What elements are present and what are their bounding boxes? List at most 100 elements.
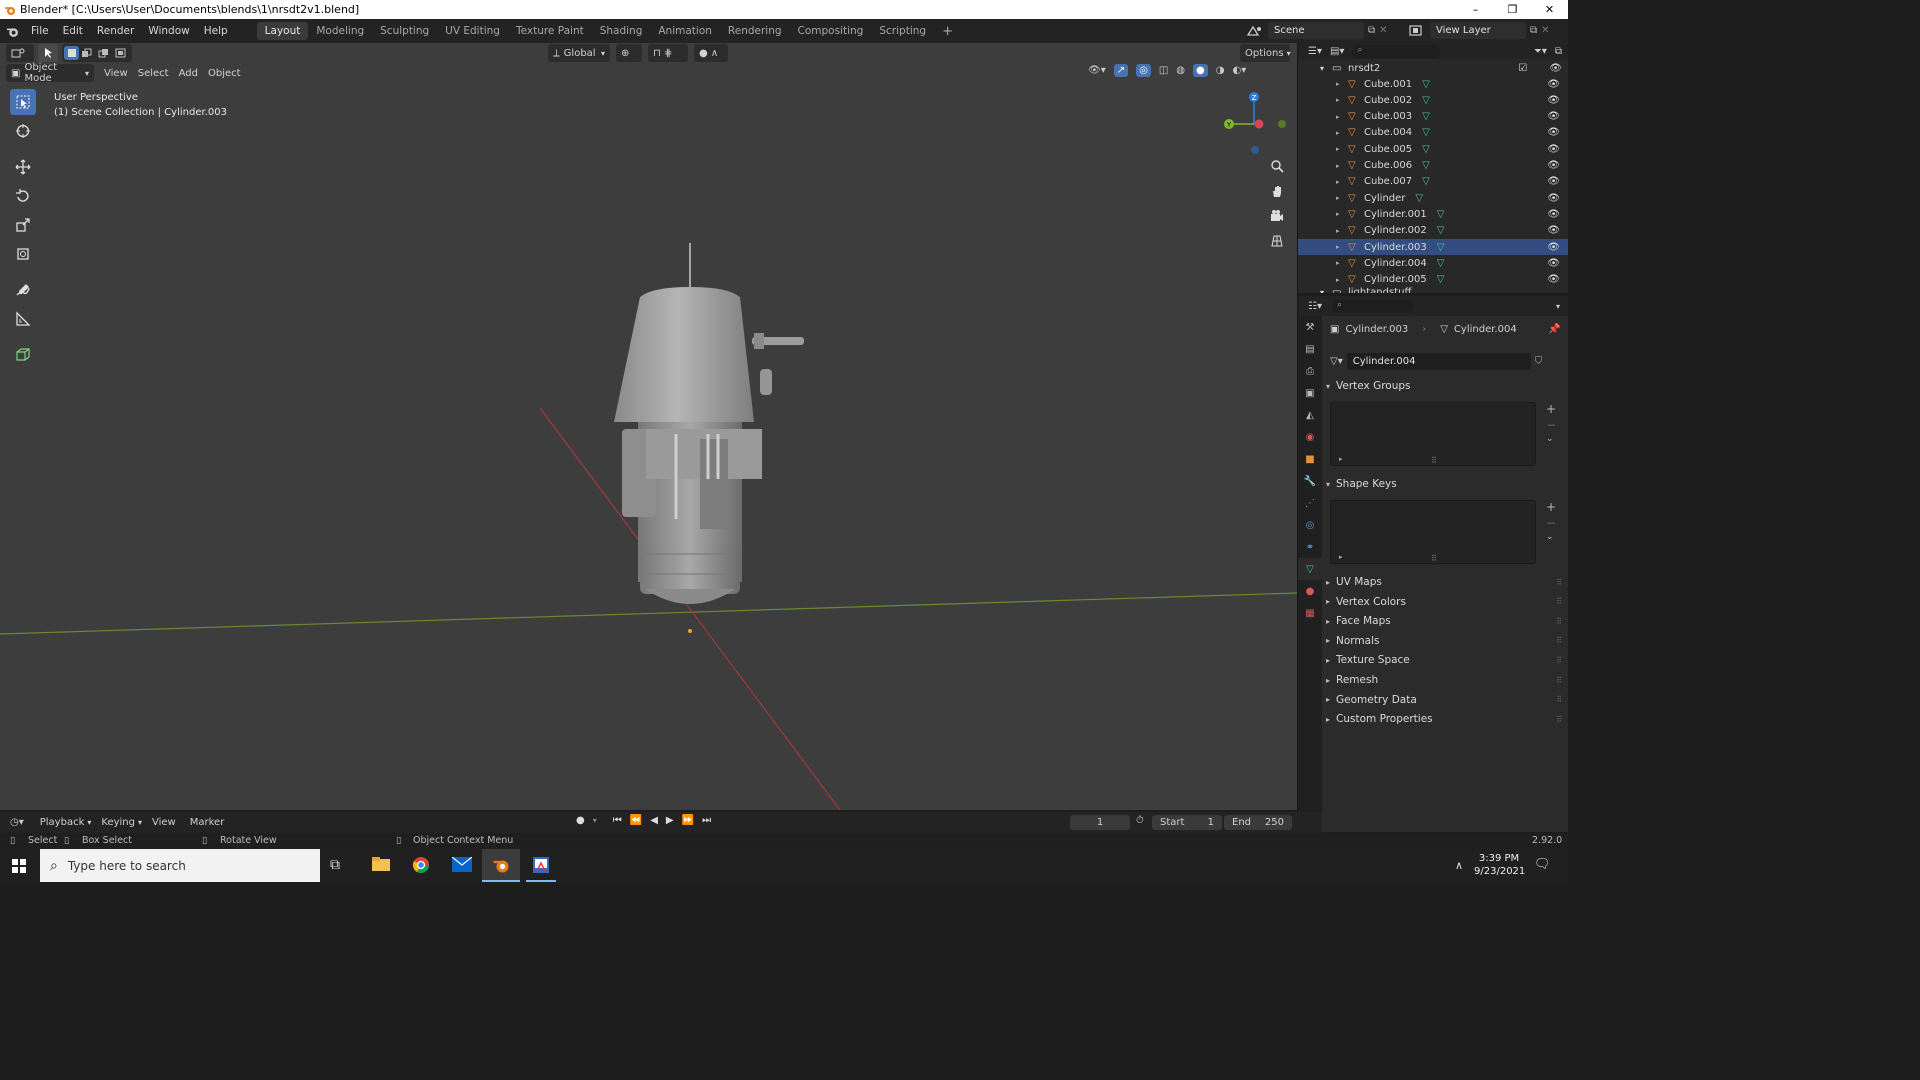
outliner-item[interactable]: ▸ ▽ Cylinder.004 ▽ 👁 (1298, 255, 1568, 271)
jump-to-end-icon[interactable]: ⏭ (702, 815, 711, 826)
add-shape-key-button[interactable]: + (1546, 500, 1556, 514)
annotate-tool[interactable] (10, 277, 36, 303)
tab-animation[interactable]: Animation (650, 22, 720, 40)
resize-grip-icon[interactable]: ⠿ (1431, 456, 1437, 465)
chrome-icon[interactable] (412, 856, 430, 874)
expand-arrow-icon[interactable]: ▸ (1336, 113, 1348, 121)
collapsed-panel-header[interactable]: ▸ Face Maps ⠿ (1326, 612, 1562, 630)
collapsed-panel-header[interactable]: ▸ UV Maps ⠿ (1326, 573, 1562, 591)
mesh-data-icon[interactable]: ▽ (1437, 225, 1445, 236)
select-new-icon[interactable] (64, 46, 79, 60)
view-layer-field[interactable]: View Layer (1430, 22, 1526, 39)
eye-icon[interactable]: 👁 (1547, 111, 1560, 122)
collapsed-panel-header[interactable]: ▸ Custom Properties ⠿ (1326, 710, 1562, 728)
outliner-item[interactable]: ▸ ▽ Cube.005 ▽ 👁 (1298, 141, 1568, 157)
solid-shading-icon[interactable]: ● (1193, 64, 1208, 77)
play-reverse-icon[interactable]: ◀ (650, 815, 658, 826)
expand-arrow-icon[interactable]: ▸ (1336, 194, 1348, 202)
eye-icon[interactable]: 👁 (1547, 160, 1560, 171)
mesh-datablock-icon[interactable]: ▽▾ (1330, 356, 1343, 367)
eye-icon[interactable]: 👁 (1547, 127, 1560, 138)
options-dropdown[interactable]: Options ▾ (1240, 44, 1291, 62)
3d-viewport[interactable]: ⟂ Global ▾ ⊕ ⊓ ⋕ ● ∧ Options ▾ ▣ Object M… (0, 43, 1297, 810)
start-frame-field[interactable]: Start 1 (1152, 815, 1222, 830)
tab-compositing[interactable]: Compositing (790, 22, 872, 40)
collapsed-panel-header[interactable]: ▸ Geometry Data ⠿ (1326, 691, 1562, 709)
collapsed-panel-header[interactable]: ▸ Remesh ⠿ (1326, 671, 1562, 689)
outliner-collection-row[interactable]: ▾ ▭ nrsdt2 ☑ 👁 (1298, 60, 1568, 76)
expand-arrow-icon[interactable]: ▾ (1320, 288, 1332, 294)
camera-view-icon[interactable] (1266, 205, 1288, 227)
display-mode-icon[interactable]: ▤▾ (1330, 46, 1344, 57)
show-hidden-icons-chevron[interactable]: ∧ (1455, 859, 1463, 872)
notification-icon[interactable]: 🗨 (1534, 857, 1551, 872)
mesh-data-icon[interactable]: ▽ (1422, 95, 1430, 106)
select-extend-icon[interactable] (81, 48, 96, 58)
vertex-groups-list[interactable]: ▸ ⠿ (1330, 402, 1536, 466)
delete-scene-icon[interactable]: ✕ (1379, 25, 1387, 36)
mesh-data-icon[interactable]: ▽ (1422, 144, 1430, 155)
pin-icon[interactable]: 📌 (1548, 324, 1560, 335)
viewport-menu-select[interactable]: Select (138, 68, 169, 79)
drag-handle-icon[interactable]: ⠿ (1556, 715, 1562, 724)
output-tab-icon[interactable]: ⎙ (1298, 360, 1322, 382)
visibility-filter-icon[interactable]: 👁▾ (1088, 65, 1106, 76)
outliner-item[interactable]: ▸ ▽ Cylinder.002 ▽ 👁 (1298, 223, 1568, 239)
pan-hand-icon[interactable] (1266, 180, 1288, 202)
mesh-data-icon[interactable]: ▽ (1422, 111, 1430, 122)
expand-arrow-icon[interactable]: ▸ (1336, 178, 1348, 186)
mesh-data-icon[interactable]: ▽ (1415, 193, 1423, 204)
select-box-tool[interactable] (10, 89, 36, 115)
drag-handle-icon[interactable]: ⠿ (1556, 617, 1562, 626)
transform-orientation-dropdown[interactable]: ⟂ Global ▾ (548, 44, 610, 62)
end-frame-field[interactable]: End 250 (1224, 815, 1292, 830)
collapsed-panel-header[interactable]: ▸ Normals ⠿ (1326, 632, 1562, 650)
view-layer-tab-icon[interactable]: ▣ (1298, 382, 1322, 404)
timeline-menu-keying[interactable]: Keying (101, 817, 135, 828)
eye-icon[interactable]: 👁 (1547, 242, 1560, 253)
shape-keys-panel-header[interactable]: ▾ Shape Keys (1326, 475, 1562, 493)
drag-handle-icon[interactable]: ⠿ (1556, 578, 1562, 587)
select-invert-icon[interactable] (115, 48, 130, 58)
drag-handle-icon[interactable]: ⠿ (1556, 636, 1562, 645)
preview-range-clock-icon[interactable]: ⏱ (1136, 815, 1144, 826)
file-explorer-icon[interactable] (372, 856, 390, 872)
mesh-data-tab-icon[interactable]: ▽ (1298, 558, 1322, 580)
navigation-gizmo[interactable]: Z Y (1218, 88, 1290, 160)
tab-scripting[interactable]: Scripting (871, 22, 934, 40)
outliner-item[interactable]: ▸ ▽ Cylinder ▽ 👁 (1298, 190, 1568, 206)
outliner-collection-row-2[interactable]: ▾ ▭ lightandstuff (1298, 284, 1568, 294)
gizmo-toggle-icon[interactable]: ↗ (1113, 64, 1129, 77)
expand-arrow-icon[interactable]: ▾ (1320, 64, 1332, 73)
eye-icon[interactable]: 👁 (1547, 258, 1560, 269)
menu-file[interactable]: File (24, 25, 56, 37)
rotate-tool[interactable] (10, 183, 36, 209)
mesh-data-icon[interactable]: ▽ (1422, 127, 1430, 138)
eye-icon[interactable]: 👁 (1547, 176, 1560, 187)
properties-search-input[interactable]: ⌕ (1331, 299, 1414, 313)
constraints-tab-icon[interactable]: ⚭ (1298, 536, 1322, 558)
viewport-menu-add[interactable]: Add (179, 68, 198, 79)
collapsed-panel-header[interactable]: ▸ Texture Space ⠿ (1326, 651, 1562, 669)
outliner-item[interactable]: ▸ ▽ Cube.003 ▽ 👁 (1298, 109, 1568, 125)
checkbox-icon[interactable]: ☑ (1518, 63, 1527, 74)
collapsed-panel-header[interactable]: ▸ Vertex Colors ⠿ (1326, 593, 1562, 611)
task-view-icon[interactable]: ⧉ (330, 857, 340, 873)
xray-toggle-icon[interactable]: ◫ (1159, 65, 1168, 76)
drag-handle-icon[interactable]: ⠿ (1556, 656, 1562, 665)
select-subtract-icon[interactable] (98, 48, 113, 58)
new-view-layer-icon[interactable]: ⧉ (1530, 25, 1537, 36)
new-scene-icon[interactable]: ⧉ (1368, 25, 1375, 36)
modifier-tab-icon[interactable]: 🔧 (1298, 470, 1322, 492)
render-tab-icon[interactable]: ▤ (1298, 338, 1322, 360)
add-workspace-button[interactable]: + (934, 21, 961, 42)
mesh-datablock-field[interactable]: Cylinder.004 (1346, 353, 1531, 370)
expand-arrow-icon[interactable]: ▸ (1336, 227, 1348, 235)
material-tab-icon[interactable]: ● (1298, 580, 1322, 602)
eye-icon[interactable]: 👁 (1547, 79, 1560, 90)
minimize-button[interactable]: – (1457, 0, 1494, 19)
add-vertex-group-button[interactable]: + (1546, 402, 1556, 416)
expand-arrow-icon[interactable]: ▸ (1336, 162, 1348, 170)
view-layer-icon[interactable] (1408, 24, 1426, 38)
add-cube-tool[interactable] (10, 342, 36, 368)
